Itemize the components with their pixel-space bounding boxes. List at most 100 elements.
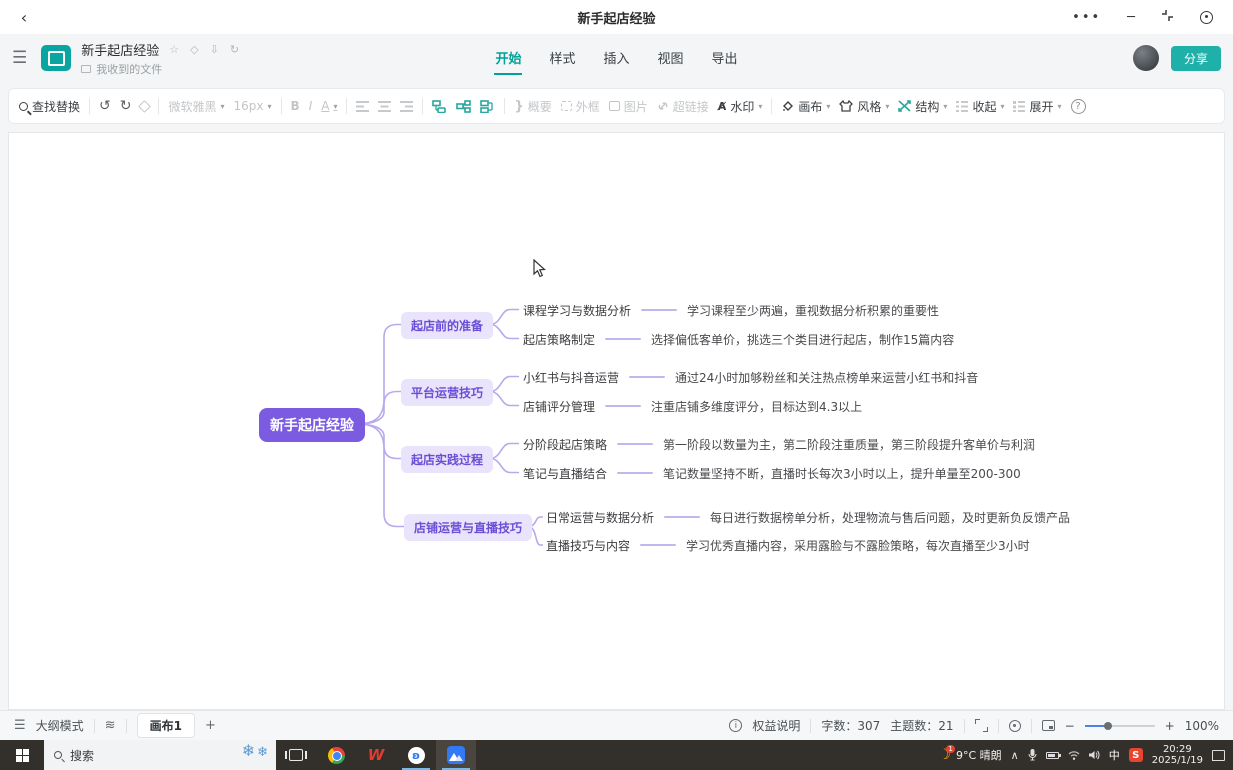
leaf-desc[interactable]: 选择偏低客单价，挑选三个类目进行起店，制作15篇内容 xyxy=(651,331,954,348)
start-button[interactable] xyxy=(0,740,44,770)
insert-child-topic-button[interactable] xyxy=(456,100,471,113)
hyperlink-button[interactable]: 超链接 xyxy=(657,98,709,115)
add-canvas-button[interactable]: + xyxy=(205,718,216,733)
italic-button[interactable]: I xyxy=(309,99,313,113)
mindmap-branch-node[interactable]: 起店实践过程 xyxy=(401,446,493,473)
mindmap-leaf-row[interactable]: 课程学习与数据分析 学习课程至少两遍，重视数据分析积累的重要性 xyxy=(523,301,939,319)
find-replace-button[interactable]: 查找替换 xyxy=(19,98,80,115)
image-button[interactable]: 图片 xyxy=(609,98,648,115)
leaf-desc[interactable]: 每日进行数据榜单分析，处理物流与售后问题，及时更新负反馈产品 xyxy=(710,509,1070,526)
mindmap-branch-node[interactable]: 平台运营技巧 xyxy=(401,379,493,406)
zoom-out-button[interactable]: − xyxy=(1065,719,1075,733)
star-icon[interactable]: ☆ xyxy=(169,43,179,56)
locate-center-icon[interactable] xyxy=(1009,720,1021,732)
redo-button[interactable]: ↻ xyxy=(120,98,132,114)
align-center-button[interactable] xyxy=(378,101,391,112)
mindmap-leaf-row[interactable]: 直播技巧与内容 学习优秀直播内容，采用露脸与不露脸策略，每次直播至少3小时 xyxy=(546,536,1030,554)
font-color-button[interactable]: A▾ xyxy=(321,99,337,113)
rights-link[interactable]: 权益说明 xyxy=(752,717,800,734)
leaf-desc[interactable]: 学习课程至少两遍，重视数据分析积累的重要性 xyxy=(687,302,939,319)
mindmap-leaf-row[interactable]: 小红书与抖音运营 通过24小时加够粉丝和关注热点榜单来运营小红书和抖音 xyxy=(523,368,978,386)
bold-button[interactable]: B xyxy=(291,99,300,113)
weather-widget[interactable]: ☽ 1 9°C 晴朗 xyxy=(938,747,1001,763)
leaf-desc[interactable]: 笔记数量坚持不断，直播时长每次3小时以上，提升单量至200-300 xyxy=(663,465,1021,482)
share-button[interactable]: 分享 xyxy=(1171,46,1221,71)
mindmap-leaf-row[interactable]: 日常运营与数据分析 每日进行数据榜单分析，处理物流与售后问题，及时更新负反馈产品 xyxy=(546,508,1070,526)
tab-insert[interactable]: 插入 xyxy=(602,42,630,75)
mindmap-leaf-row[interactable]: 店铺评分管理 注重店铺多维度评分，目标达到4.3以上 xyxy=(523,397,862,415)
font-family-select[interactable]: 微软雅黑▾ xyxy=(168,98,224,115)
leaf-desc[interactable]: 注重店铺多维度评分，目标达到4.3以上 xyxy=(651,398,862,415)
collapse-button[interactable]: 收起▾ xyxy=(956,98,1004,115)
align-left-button[interactable] xyxy=(356,101,369,112)
document-title[interactable]: 新手起店经验 xyxy=(81,40,159,59)
minimize-button[interactable]: ─ xyxy=(1127,10,1135,25)
outer-frame-button[interactable]: 外框 xyxy=(561,98,600,115)
taskbar-dingtalk[interactable]: ʚ xyxy=(396,740,436,770)
speaker-icon[interactable] xyxy=(1089,750,1100,760)
expand-button[interactable]: 展开▾ xyxy=(1013,98,1061,115)
leaf-desc[interactable]: 学习优秀直播内容，采用露脸与不露脸策略，每次直播至少3小时 xyxy=(686,537,1030,554)
zoom-slider-knob[interactable] xyxy=(1104,722,1112,730)
undo-button[interactable]: ↺ xyxy=(99,98,111,114)
document-location[interactable]: 我收到的文件 xyxy=(96,61,162,77)
taskbar-wps[interactable]: W xyxy=(356,740,396,770)
battery-icon[interactable] xyxy=(1046,752,1059,759)
tag-icon[interactable]: ◇ xyxy=(190,43,198,56)
taskbar-mindmap-app[interactable] xyxy=(436,740,476,770)
microphone-icon[interactable] xyxy=(1028,749,1037,761)
leaf-label[interactable]: 笔记与直播结合 xyxy=(523,465,607,482)
tab-view[interactable]: 视图 xyxy=(657,42,685,75)
help-icon[interactable]: ? xyxy=(1071,99,1086,114)
canvas-tab[interactable]: 画布1 xyxy=(137,713,195,738)
canvas-style-button[interactable]: 画布▾ xyxy=(781,98,830,115)
align-right-button[interactable] xyxy=(400,101,413,112)
leaf-label[interactable]: 直播技巧与内容 xyxy=(546,537,630,554)
close-button[interactable] xyxy=(1200,11,1213,24)
tray-expand-icon[interactable]: ∧ xyxy=(1011,749,1019,762)
more-options-icon[interactable]: ••• xyxy=(1072,10,1101,25)
leaf-desc[interactable]: 第一阶段以数量为主，第二阶段注重质量，第三阶段提升客单价与利润 xyxy=(663,436,1035,453)
taskbar-search[interactable]: 搜索 ❄❄ xyxy=(44,740,276,770)
style-button[interactable]: 风格▾ xyxy=(839,98,889,115)
insert-parent-topic-button[interactable] xyxy=(480,100,495,113)
mindmap-leaf-row[interactable]: 分阶段起店策略 第一阶段以数量为主，第二阶段注重质量，第三阶段提升客单价与利润 xyxy=(523,435,1035,453)
zoom-slider[interactable] xyxy=(1085,725,1155,727)
history-icon[interactable]: ↻ xyxy=(230,43,239,56)
wifi-icon[interactable] xyxy=(1068,750,1080,760)
format-painter-button[interactable] xyxy=(140,102,149,111)
structure-button[interactable]: 结构▾ xyxy=(898,98,947,115)
task-view-button[interactable] xyxy=(276,740,316,770)
sogou-icon[interactable]: S xyxy=(1129,748,1143,762)
ime-indicator[interactable]: 中 xyxy=(1109,747,1120,763)
leaf-label[interactable]: 课程学习与数据分析 xyxy=(523,302,631,319)
tab-export[interactable]: 导出 xyxy=(711,42,739,75)
leaf-desc[interactable]: 通过24小时加够粉丝和关注热点榜单来运营小红书和抖音 xyxy=(675,369,978,386)
outline-mode-button[interactable]: 大纲模式 xyxy=(36,717,84,734)
download-icon[interactable]: ⇩ xyxy=(210,43,219,56)
leaf-label[interactable]: 店铺评分管理 xyxy=(523,398,595,415)
font-size-select[interactable]: 16px▾ xyxy=(234,99,272,113)
mindmap-root-node[interactable]: 新手起店经验 xyxy=(259,408,365,442)
restore-button[interactable] xyxy=(1161,9,1174,26)
leaf-label[interactable]: 小红书与抖音运营 xyxy=(523,369,619,386)
taskbar-chrome[interactable] xyxy=(316,740,356,770)
tab-style[interactable]: 样式 xyxy=(548,42,576,75)
taskbar-clock[interactable]: 20:29 2025/1/19 xyxy=(1152,744,1203,766)
leaf-label[interactable]: 分阶段起店策略 xyxy=(523,436,607,453)
notification-icon[interactable] xyxy=(1212,750,1225,761)
layers-icon[interactable]: ≋ xyxy=(105,718,116,733)
insert-sibling-topic-button[interactable] xyxy=(432,100,447,113)
mindmap-canvas[interactable]: 新手起店经验 起店前的准备 平台运营技巧 起店实践过程 店铺运营与直播技巧 课程… xyxy=(8,132,1225,710)
leaf-label[interactable]: 起店策略制定 xyxy=(523,331,595,348)
avatar[interactable] xyxy=(1133,45,1159,71)
mindmap-leaf-row[interactable]: 笔记与直播结合 笔记数量坚持不断，直播时长每次3小时以上，提升单量至200-30… xyxy=(523,464,1021,482)
leaf-label[interactable]: 日常运营与数据分析 xyxy=(546,509,654,526)
mindmap-leaf-row[interactable]: 起店策略制定 选择偏低客单价，挑选三个类目进行起店，制作15篇内容 xyxy=(523,330,954,348)
zoom-in-button[interactable]: + xyxy=(1165,719,1175,733)
tab-start[interactable]: 开始 xyxy=(494,42,522,75)
minimap-icon[interactable] xyxy=(1042,720,1055,731)
watermark-button[interactable]: A̸水印▾ xyxy=(718,98,763,115)
mindmap-branch-node[interactable]: 起店前的准备 xyxy=(401,312,493,339)
summary-button[interactable]: }概要 xyxy=(514,98,551,115)
